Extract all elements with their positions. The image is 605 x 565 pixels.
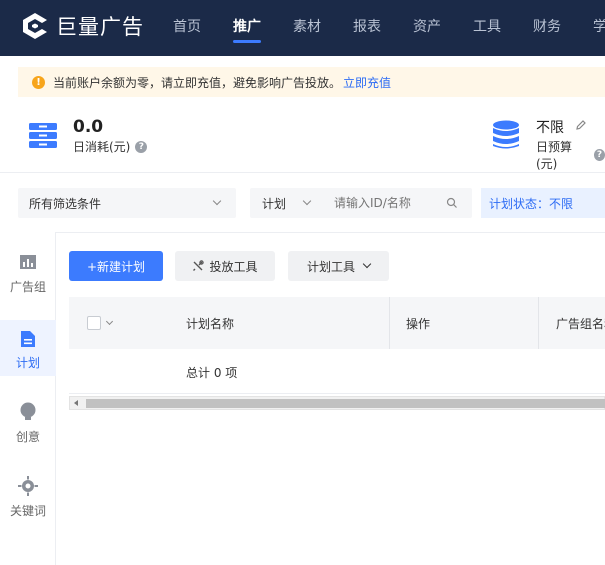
sidebar-item-keywords[interactable]: 关键词 — [0, 476, 56, 532]
column-separator — [389, 297, 390, 349]
daily-budget-label-text: 日预算(元) — [536, 140, 573, 171]
target-icon — [18, 476, 38, 496]
bar-chart-icon — [20, 255, 36, 269]
nav-tools[interactable]: 工具 — [473, 16, 501, 36]
database-icon — [493, 120, 519, 149]
nav-promotion[interactable]: 推广 — [233, 16, 261, 36]
help-icon[interactable]: ? — [135, 140, 148, 153]
notice-text: 当前账户余额为零，请立即充值，避免影响广告投放。 — [53, 75, 342, 90]
help-icon[interactable]: ? — [593, 149, 605, 161]
tools-icon — [193, 260, 205, 271]
nav-reports[interactable]: 报表 — [353, 16, 381, 36]
chevron-down-icon — [362, 259, 372, 269]
recharge-link[interactable]: 立即充值 — [343, 74, 391, 91]
sidebar-item-plan[interactable]: 计划 — [0, 320, 56, 376]
daily-spend-label-text: 日消耗(元) — [73, 140, 131, 154]
plan-tools-label: 计划工具 — [306, 259, 355, 274]
section-divider — [0, 172, 605, 173]
scroll-left-arrow-icon[interactable] — [74, 400, 78, 406]
left-sidebar: 广告组 计划 创意 关键词 — [0, 232, 56, 565]
nav-assets-material[interactable]: 素材 — [293, 16, 321, 36]
scope-select[interactable]: 计划 — [262, 195, 286, 212]
sidebar-item-label: 关键词 — [9, 504, 46, 518]
chevron-down-icon — [212, 196, 222, 206]
column-separator — [538, 297, 539, 349]
daily-budget-value: 不限 — [536, 120, 564, 136]
col-plan-name: 计划名称 — [186, 316, 235, 331]
all-conditions-select[interactable]: 所有筛选条件 — [18, 188, 236, 218]
total-count: 总计 0 项 — [186, 366, 238, 380]
select-all-control[interactable] — [87, 297, 114, 349]
brand-logo[interactable]: 巨量广告 — [20, 9, 144, 43]
document-icon — [21, 331, 35, 347]
sidebar-item-label: 计划 — [15, 356, 40, 370]
lightbulb-icon — [20, 402, 36, 420]
chevron-down-icon — [302, 196, 312, 206]
edit-icon[interactable] — [575, 119, 587, 131]
nav-learn[interactable]: 学 — [593, 16, 605, 36]
sidebar-item-creative[interactable]: 创意 — [0, 402, 56, 458]
all-conditions-label: 所有筛选条件 — [29, 196, 102, 211]
new-plan-button[interactable]: +新建计划 — [69, 251, 163, 281]
plan-tools-dropdown[interactable]: 计划工具 — [288, 251, 389, 281]
section-divider — [0, 232, 605, 233]
nav-active-indicator — [233, 40, 261, 43]
sidebar-item-label: 广告组 — [9, 280, 46, 294]
logo-icon — [23, 13, 47, 39]
plan-search-box: 计划 — [250, 188, 472, 218]
search-icon[interactable] — [446, 197, 458, 209]
warning-icon: ! — [32, 75, 45, 89]
col-ad-group-name: 广告组名称 — [556, 316, 605, 331]
plan-status-filter[interactable]: 计划状态：不限 — [481, 188, 605, 218]
wallet-icon — [29, 123, 57, 148]
brand-name: 巨量广告 — [56, 15, 144, 39]
col-actions: 操作 — [406, 316, 431, 331]
delivery-tools-button[interactable]: 投放工具 — [175, 251, 275, 281]
horizontal-scrollbar[interactable] — [69, 396, 605, 410]
nav-home[interactable]: 首页 — [173, 16, 201, 36]
nav-finance[interactable]: 财务 — [533, 16, 561, 36]
top-nav: 巨量广告 首页 推广 素材 报表 资产 工具 财务 学 — [0, 0, 605, 56]
sidebar-item-label: 创意 — [15, 430, 40, 444]
table-header: 计划名称 操作 广告组名称 — [69, 297, 605, 349]
balance-notice: ! 当前账户余额为零，请立即充值，避免影响广告投放。 立即充值 — [18, 67, 605, 97]
table-total-row: 总计 0 项 — [69, 350, 605, 394]
scrollbar-thumb[interactable] — [86, 399, 605, 408]
search-input[interactable] — [334, 193, 444, 213]
daily-spend-value: 0.0 — [73, 117, 104, 137]
select-all-checkbox[interactable] — [87, 316, 101, 330]
chevron-down-icon[interactable] — [105, 317, 114, 325]
daily-budget-label: 日预算(元) ? — [536, 138, 605, 172]
daily-spend-label: 日消耗(元) ? — [73, 138, 148, 155]
nav-assets[interactable]: 资产 — [413, 16, 441, 36]
delivery-tools-label: 投放工具 — [209, 259, 258, 274]
sidebar-item-ad-group[interactable]: 广告组 — [0, 254, 56, 310]
